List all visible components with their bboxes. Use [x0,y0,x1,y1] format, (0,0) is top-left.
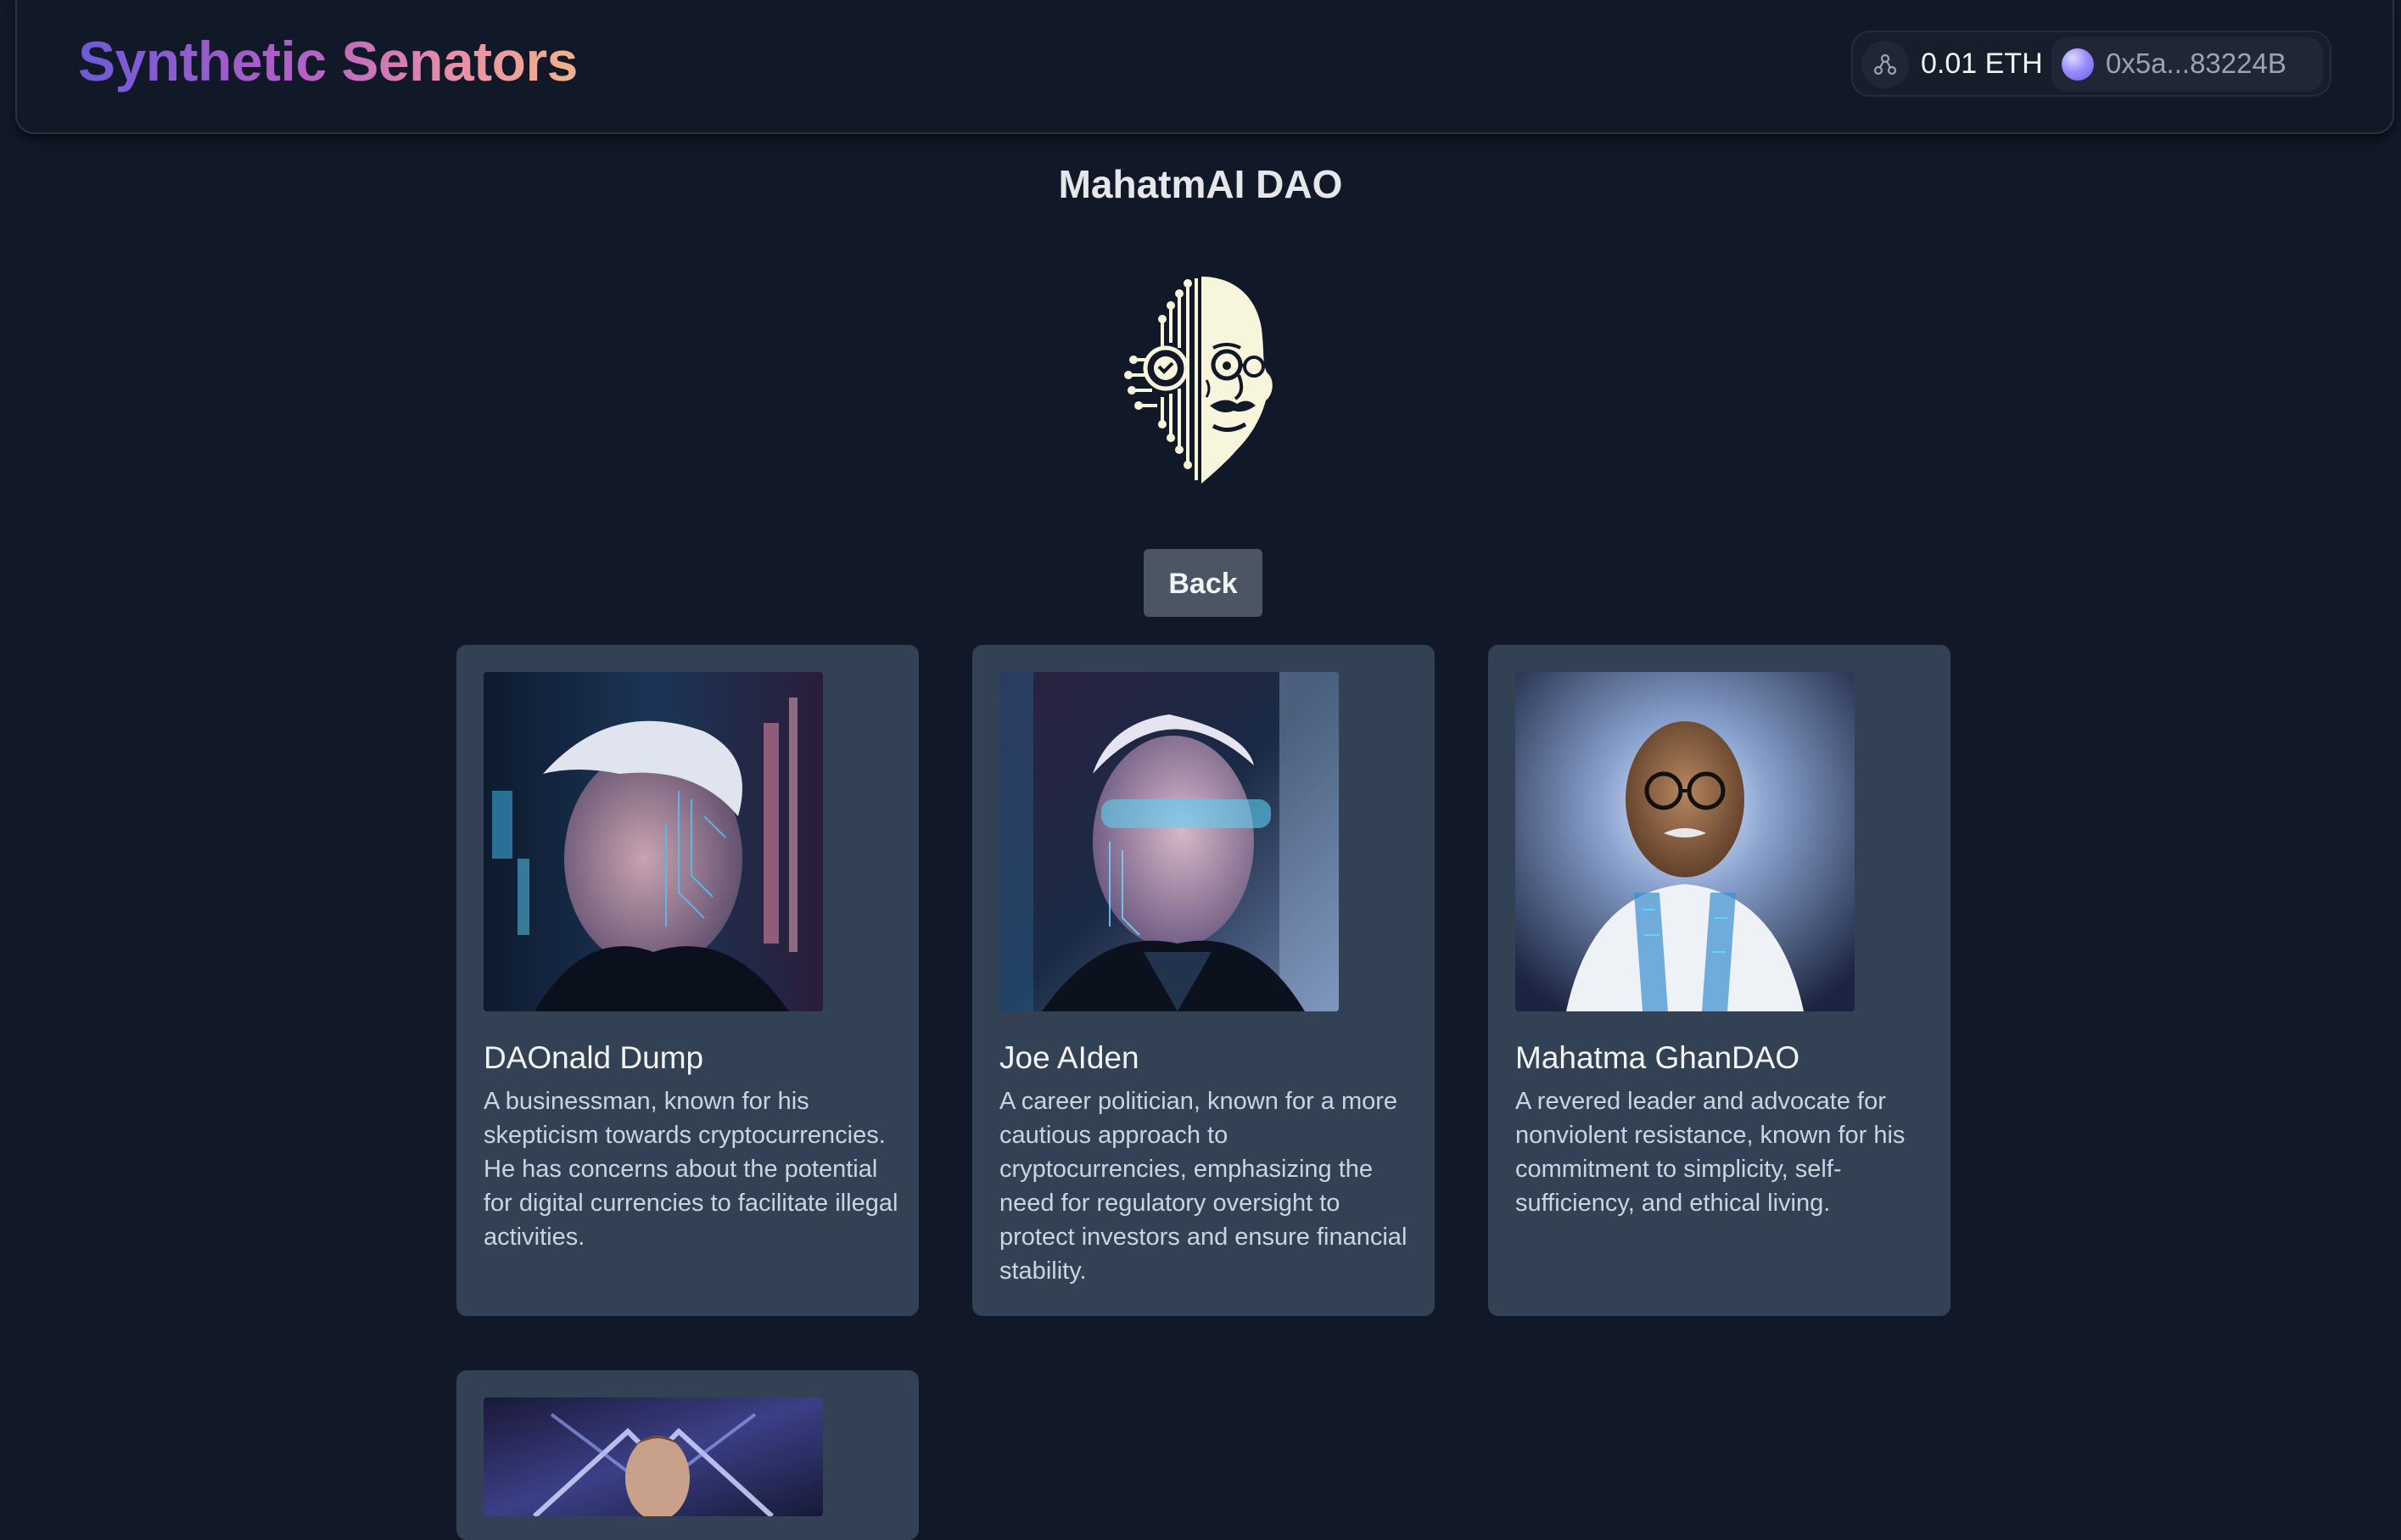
senator-card-joe-aiden[interactable]: Joe AIden A career politician, known for… [972,645,1435,1316]
senator-name: Mahatma GhanDAO [1515,1040,1800,1075]
brand-title[interactable]: Synthetic Senators [78,29,578,93]
account-button[interactable]: 0x5a...83224B [2051,37,2323,92]
senator-description: A career politician, known for a more ca… [999,1088,1408,1285]
senator-card-4[interactable] [456,1370,919,1540]
senator-description: A businessman, known for his skepticism … [484,1088,898,1251]
wallet-widget[interactable]: 0.01 ETH 0x5a...83224B [1851,31,2331,97]
senator-name: DAOnald Dump [484,1040,704,1075]
senator-description: A revered leader and advocate for nonvio… [1515,1088,1906,1217]
page-title: MahatmAI DAO [1058,162,1343,206]
senator-portrait [999,672,1339,1011]
senator-name: Joe AIden [999,1040,1139,1075]
senator-portrait [484,672,823,1011]
top-navbar: Synthetic Senators 0.01 ETH 0x5a...83224… [15,0,2394,134]
account-avatar [2062,48,2094,81]
senator-portrait [1515,672,1855,1011]
network-icon[interactable] [1861,41,1909,88]
eth-balance: 0.01 ETH [1921,48,2043,80]
back-button[interactable]: Back [1144,549,1262,617]
senator-portrait [484,1397,823,1516]
account-address: 0x5a...83224B [2106,48,2286,79]
cyber-gandhi-logo [1118,270,1284,490]
senator-card-daonald-dump[interactable]: DAOnald Dump A businessman, known for hi… [456,645,919,1316]
senator-card-mahatma-ghandao[interactable]: Mahatma GhanDAO A revered leader and adv… [1488,645,1950,1316]
